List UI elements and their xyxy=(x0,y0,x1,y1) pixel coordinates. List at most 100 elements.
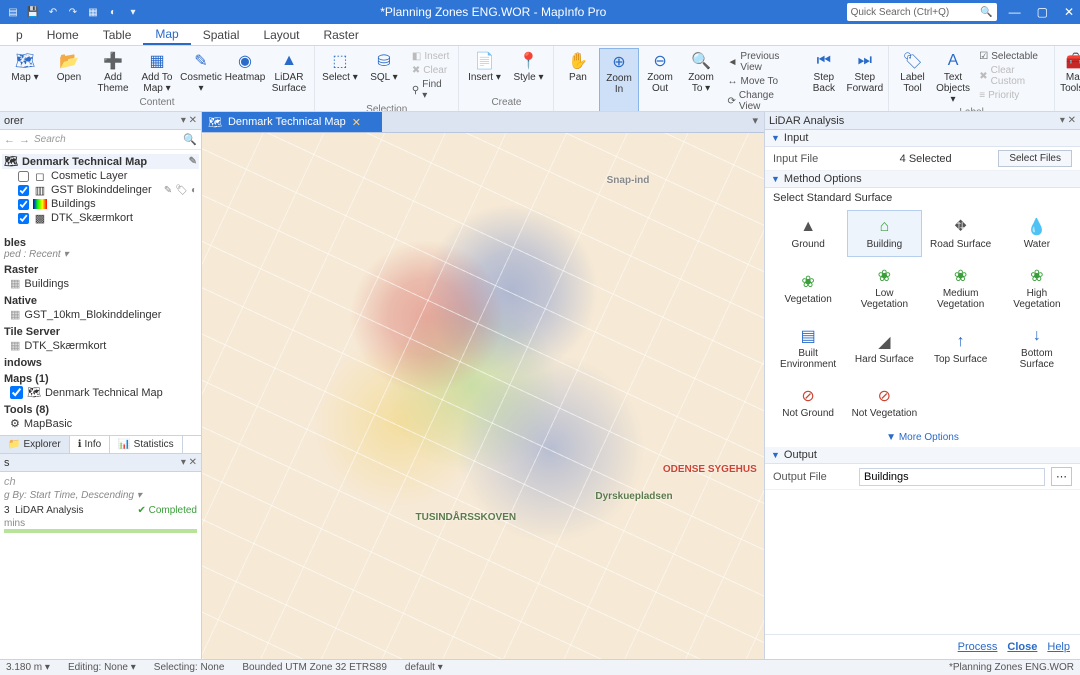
tab-explorer[interactable]: 📁Explorer xyxy=(0,436,70,453)
pin-icon[interactable]: ▾ ✕ xyxy=(181,457,197,468)
table-item[interactable]: ▦Buildings xyxy=(4,276,197,291)
ribbon-stack-item[interactable]: ⚲Find ▾ xyxy=(409,78,453,102)
surface-card[interactable]: ⛖Road Surface xyxy=(924,210,998,257)
layer-item[interactable]: ◻Cosmetic Layer xyxy=(2,169,199,183)
surface-card[interactable]: ⊘Not Vegetation xyxy=(847,379,921,426)
ribbon-stack-item[interactable]: ◄Previous View xyxy=(725,50,801,74)
minimize-button[interactable]: — xyxy=(1009,5,1021,19)
ribbon-button[interactable]: 🧰Map Tools ▾ xyxy=(1059,48,1080,112)
ribbon-button[interactable]: 📄Insert ▾ xyxy=(463,48,505,97)
table-item[interactable]: ▦DTK_Skærmkort xyxy=(4,338,197,353)
surface-card[interactable]: ↓Bottom Surface xyxy=(1000,319,1074,377)
qat-icon[interactable]: ◐ xyxy=(106,5,120,19)
search-icon[interactable]: 🔍 xyxy=(183,133,197,146)
explorer-search[interactable]: Search xyxy=(34,134,179,145)
ribbon-button[interactable]: AText Objects ▾ xyxy=(934,48,973,107)
surface-card[interactable]: ❀Medium Vegetation xyxy=(924,259,998,317)
tasks-search[interactable]: ch xyxy=(4,476,197,488)
qat-icon[interactable]: ▤ xyxy=(6,5,20,19)
quick-search[interactable]: Quick Search (Ctrl+Q) 🔍 xyxy=(847,3,997,21)
ribbon-button[interactable]: ✋Pan xyxy=(558,48,597,112)
input-fold[interactable]: ▼Input xyxy=(765,130,1080,147)
ribbon-button[interactable]: ⊖Zoom Out xyxy=(641,48,680,112)
ribbon-button[interactable]: 🔍Zoom To ▾ xyxy=(682,48,721,112)
maximize-button[interactable]: ▢ xyxy=(1037,5,1048,19)
pin-icon[interactable]: ▾ ✕ xyxy=(181,115,197,126)
layer-item[interactable]: ▥GST Blokinddelinger✎🏷◐ xyxy=(2,183,199,197)
tab-info[interactable]: ℹInfo xyxy=(70,436,111,453)
tools-group[interactable]: Tools (8) xyxy=(4,404,197,416)
ribbon-tab[interactable]: Map xyxy=(143,24,190,45)
window-item[interactable]: 🗺Denmark Technical Map xyxy=(4,385,197,400)
ribbon-button[interactable]: ▲LiDAR Surface xyxy=(268,48,310,97)
qat-icon[interactable]: ▾ xyxy=(126,5,140,19)
table-item[interactable]: ▦GST_10km_Blokinddelinger xyxy=(4,307,197,322)
surface-card[interactable]: ▲Ground xyxy=(771,210,845,257)
qat-icon[interactable]: ▦ xyxy=(86,5,100,19)
fwd-icon[interactable]: → xyxy=(19,134,30,146)
map-tab[interactable]: 🗺 Denmark Technical Map ✕ xyxy=(202,112,382,132)
surface-card[interactable]: ⊘Not Ground xyxy=(771,379,845,426)
help-button[interactable]: Help xyxy=(1047,641,1070,653)
tab-statistics[interactable]: 📊Statistics xyxy=(110,436,182,453)
status-snap[interactable]: default ▾ xyxy=(405,662,443,673)
pin-icon[interactable]: ▾ ✕ xyxy=(1060,115,1076,126)
close-tab-icon[interactable]: ✕ xyxy=(352,116,361,129)
ribbon-button[interactable]: ⏮Step Back xyxy=(804,48,843,112)
ribbon-button[interactable]: 🗺Map ▾ xyxy=(4,48,46,97)
ribbon-tab[interactable]: Home xyxy=(35,24,91,45)
close-button[interactable]: Close xyxy=(1007,641,1037,653)
qat-icon[interactable]: ↶ xyxy=(46,5,60,19)
map-menu-icon[interactable]: ▾ xyxy=(746,112,764,132)
surface-card[interactable]: ▤Built Environment xyxy=(771,319,845,377)
qat-icon[interactable]: 💾 xyxy=(26,5,40,19)
surface-card[interactable]: ◢Hard Surface xyxy=(847,319,921,377)
ribbon-tab[interactable]: Raster xyxy=(311,24,370,45)
surface-card[interactable]: ❀Low Vegetation xyxy=(847,259,921,317)
ribbon-tab[interactable]: Layout xyxy=(251,24,311,45)
ribbon-button[interactable]: 📍Style ▾ xyxy=(507,48,549,97)
qat-icon[interactable]: ↷ xyxy=(66,5,80,19)
map-node[interactable]: 🗺 Denmark Technical Map ✎ xyxy=(2,154,199,169)
ribbon-stack-item[interactable]: ↔Move To xyxy=(725,75,801,88)
ribbon-stack-item[interactable]: ⟳Change View xyxy=(725,89,801,112)
back-icon[interactable]: ← xyxy=(4,134,15,146)
ribbon-button[interactable]: ⊕Zoom In xyxy=(599,48,638,112)
process-button[interactable]: Process xyxy=(958,641,998,653)
status-zoom[interactable]: 3.180 m ▾ xyxy=(6,662,50,673)
ribbon-tab[interactable]: Table xyxy=(91,24,144,45)
more-options[interactable]: ▼ More Options xyxy=(765,428,1080,447)
ribbon-button[interactable]: ⛁SQL ▾ xyxy=(363,48,405,104)
ribbon-button[interactable]: 📂Open xyxy=(48,48,90,97)
ribbon-tab[interactable]: p xyxy=(4,24,35,45)
ribbon-button[interactable]: ✎Cosmetic ▾ xyxy=(180,48,222,97)
maps-group[interactable]: Maps (1) xyxy=(4,373,197,385)
surface-card[interactable]: 💧Water xyxy=(1000,210,1074,257)
output-fold[interactable]: ▼Output xyxy=(765,447,1080,464)
surface-card[interactable]: ↑Top Surface xyxy=(924,319,998,377)
close-button[interactable]: ✕ xyxy=(1064,5,1074,19)
ribbon-button[interactable]: ⬚Select ▾ xyxy=(319,48,361,104)
ribbon-button[interactable]: ▦Add To Map ▾ xyxy=(136,48,178,97)
task-row[interactable]: 3 LiDAR Analysis ✔ Completed xyxy=(4,503,197,518)
output-file-input[interactable] xyxy=(859,468,1045,486)
browse-icon[interactable]: ⋯ xyxy=(1051,467,1072,486)
ribbon-button[interactable]: 🏷Label Tool xyxy=(893,48,932,107)
surface-card[interactable]: ❀High Vegetation xyxy=(1000,259,1074,317)
ribbon-button[interactable]: ⏭Step Forward xyxy=(845,48,884,112)
layer-item[interactable]: Buildings xyxy=(2,197,199,211)
layer-tool-icon[interactable]: ✎ xyxy=(189,156,197,167)
select-files-button[interactable]: Select Files xyxy=(998,150,1072,167)
layer-item[interactable]: ▩DTK_Skærmkort xyxy=(2,211,199,225)
map-canvas[interactable]: TUSINDÅRSSKOVEN ODENSE SYGEHUS Dyrskuepl… xyxy=(202,133,764,659)
method-fold[interactable]: ▼Method Options xyxy=(765,171,1080,188)
surface-card[interactable]: ❀Vegetation xyxy=(771,259,845,317)
surface-card[interactable]: ⌂Building xyxy=(847,210,921,257)
tasks-sort[interactable]: g By: Start Time, Descending ▾ xyxy=(4,488,197,503)
ribbon-tab[interactable]: Spatial xyxy=(191,24,252,45)
tool-item[interactable]: ⚙MapBasic xyxy=(4,416,197,431)
ribbon-stack-item[interactable]: ☑Selectable xyxy=(976,50,1048,63)
ribbon-button[interactable]: ◉Heatmap xyxy=(224,48,266,97)
status-editing[interactable]: Editing: None ▾ xyxy=(68,662,136,673)
ribbon-button[interactable]: ➕Add Theme xyxy=(92,48,134,97)
